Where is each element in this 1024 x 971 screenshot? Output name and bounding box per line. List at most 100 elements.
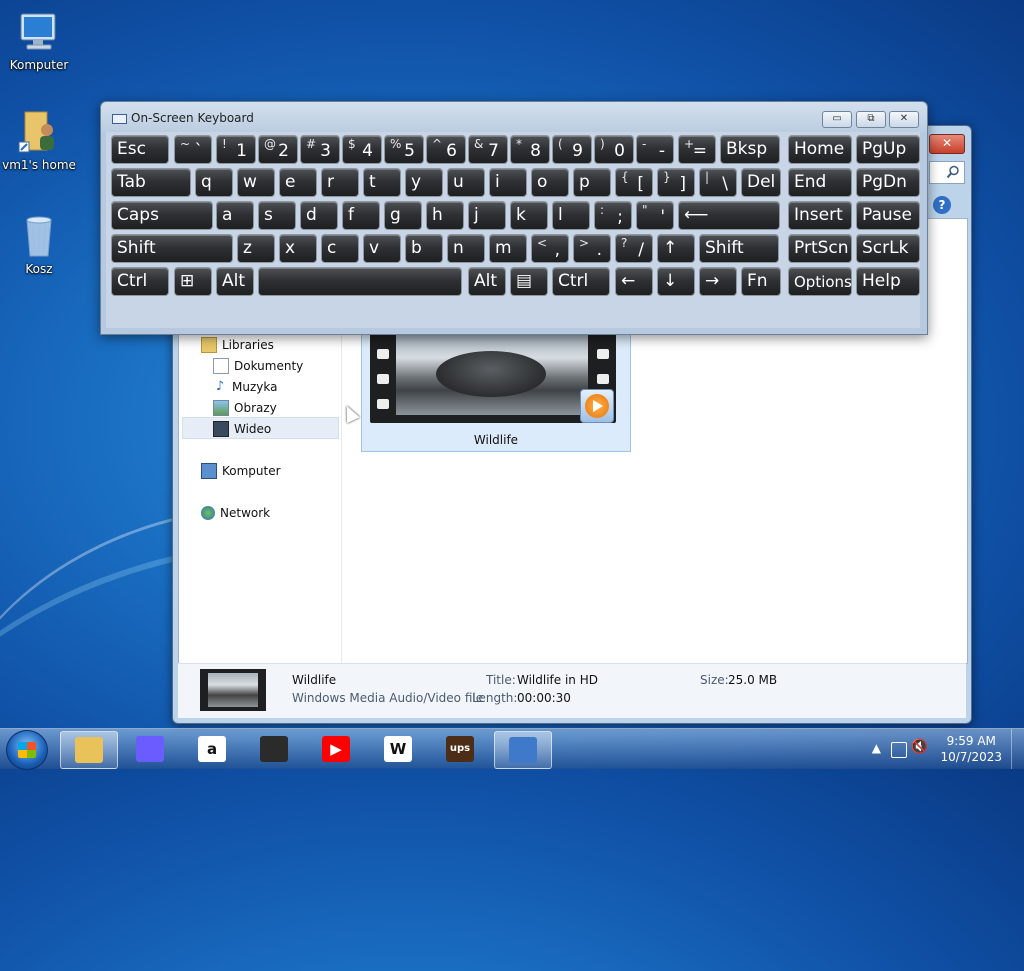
key-3[interactable]: #3 bbox=[300, 135, 340, 164]
key-scrlk[interactable]: ScrLk bbox=[856, 234, 920, 263]
key-8[interactable]: * 8 bbox=[510, 135, 550, 164]
key-f[interactable]: f bbox=[342, 201, 380, 230]
taskbar-app-youtube[interactable]: ▶ bbox=[308, 731, 364, 767]
key-prtscn[interactable]: PrtScn bbox=[788, 234, 852, 263]
key-h[interactable]: h bbox=[426, 201, 464, 230]
key-pgup[interactable]: PgUp bbox=[856, 135, 920, 164]
key-bksp[interactable]: Bksp bbox=[720, 135, 780, 164]
nav-item-wideo[interactable]: Wideo bbox=[213, 419, 271, 439]
taskbar-app-ups[interactable]: ups bbox=[432, 731, 488, 767]
taskbar-app-osk[interactable] bbox=[494, 731, 552, 769]
key-l[interactable]: l bbox=[552, 201, 590, 230]
key-q[interactable]: q bbox=[195, 168, 233, 197]
key-pause[interactable]: Pause bbox=[856, 201, 920, 230]
key-symbol[interactable]: ⟵ bbox=[678, 201, 780, 230]
key-b[interactable]: b bbox=[405, 234, 443, 263]
volume-muted-icon[interactable]: 🔇 bbox=[911, 739, 928, 755]
key-esc[interactable]: Esc bbox=[111, 135, 169, 164]
key-2[interactable]: @2 bbox=[258, 135, 298, 164]
key-1[interactable]: ! 1 bbox=[216, 135, 256, 164]
desktop-icon-computer[interactable]: Komputer bbox=[0, 8, 79, 72]
close-button[interactable]: ✕ bbox=[929, 134, 965, 154]
key-symbol[interactable]: ▤ bbox=[510, 267, 548, 296]
key-v[interactable]: v bbox=[363, 234, 401, 263]
key-symbol[interactable]: }] bbox=[657, 168, 695, 197]
key-z[interactable]: z bbox=[237, 234, 275, 263]
key-caps[interactable]: Caps bbox=[111, 201, 213, 230]
network-tray-icon[interactable] bbox=[891, 742, 907, 758]
key-symbol[interactable]: :; bbox=[594, 201, 632, 230]
nav-item-network[interactable]: Network bbox=[201, 503, 270, 523]
key-w[interactable]: w bbox=[237, 168, 275, 197]
desktop-icon-user-home[interactable]: vm1's home bbox=[0, 108, 79, 172]
nav-item-komputer[interactable]: Komputer bbox=[201, 461, 281, 481]
key-end[interactable]: End bbox=[788, 168, 852, 197]
key-k[interactable]: k bbox=[510, 201, 548, 230]
search-input[interactable] bbox=[929, 161, 965, 184]
key-alt[interactable]: Alt bbox=[468, 267, 506, 296]
key-x[interactable]: x bbox=[279, 234, 317, 263]
key-symbol[interactable]: ↓ bbox=[657, 267, 695, 296]
key-6[interactable]: ^ 6 bbox=[426, 135, 466, 164]
key-fn[interactable]: Fn bbox=[741, 267, 781, 296]
file-tile-wildlife[interactable]: Wildlife bbox=[361, 331, 631, 452]
key-t[interactable]: t bbox=[363, 168, 401, 197]
key-g[interactable]: g bbox=[384, 201, 422, 230]
help-button[interactable]: ? bbox=[933, 196, 951, 214]
key-insert[interactable]: Insert bbox=[788, 201, 852, 230]
key-c[interactable]: c bbox=[321, 234, 359, 263]
key-home[interactable]: Home bbox=[788, 135, 852, 164]
key-symbol[interactable]: -- bbox=[636, 135, 674, 164]
key-ctrl[interactable]: Ctrl bbox=[111, 267, 169, 296]
desktop-icon-recycle-bin[interactable]: Kosz bbox=[0, 212, 79, 276]
taskbar-app-store[interactable] bbox=[246, 731, 302, 767]
key-ctrl[interactable]: Ctrl bbox=[552, 267, 610, 296]
key-o[interactable]: o bbox=[531, 168, 569, 197]
key-symbol[interactable]: <, bbox=[531, 234, 569, 263]
key-symbol[interactable]: ~ ` bbox=[174, 135, 212, 164]
key-5[interactable]: % 5 bbox=[384, 135, 424, 164]
key-symbol[interactable]: ← bbox=[615, 267, 653, 296]
key-symbol[interactable]: | \ bbox=[699, 168, 737, 197]
nav-item-muzyka[interactable]: ♪ Muzyka bbox=[213, 377, 278, 397]
show-desktop-button[interactable] bbox=[1011, 729, 1024, 769]
taskbar-app-wikipedia[interactable]: W bbox=[370, 731, 426, 767]
taskbar-app-explorer[interactable] bbox=[60, 731, 118, 769]
key-symbol[interactable]: ? / bbox=[615, 234, 653, 263]
key-p[interactable]: p bbox=[573, 168, 611, 197]
key-a[interactable]: a bbox=[216, 201, 254, 230]
key-9[interactable]: (9 bbox=[552, 135, 592, 164]
key-del[interactable]: Del bbox=[741, 168, 781, 197]
key-symbol[interactable]: ⊞ bbox=[174, 267, 212, 296]
key-0[interactable]: ) 0 bbox=[594, 135, 634, 164]
taskbar-app-amazon[interactable]: a bbox=[184, 731, 240, 767]
key-7[interactable]: & 7 bbox=[468, 135, 508, 164]
restore-button[interactable]: ⧉ bbox=[856, 111, 886, 128]
key-alt[interactable]: Alt bbox=[216, 267, 254, 296]
clock[interactable]: 9:59 AM 10/7/2023 bbox=[940, 733, 1002, 765]
nav-item-obrazy[interactable]: Obrazy bbox=[213, 398, 277, 418]
show-hidden-icons-button[interactable]: ▲ bbox=[872, 741, 881, 755]
key-u[interactable]: u bbox=[447, 168, 485, 197]
taskbar-app-copilot[interactable] bbox=[122, 731, 178, 767]
key-symbol[interactable]: " ' bbox=[636, 201, 674, 230]
key-help[interactable]: Help bbox=[856, 267, 920, 296]
key-options[interactable]: Options bbox=[788, 267, 852, 296]
key-n[interactable]: n bbox=[447, 234, 485, 263]
key-symbol[interactable]: + = bbox=[678, 135, 716, 164]
key-shift[interactable]: Shift bbox=[111, 234, 233, 263]
key-symbol[interactable]: {[ bbox=[615, 168, 653, 197]
key-y[interactable]: y bbox=[405, 168, 443, 197]
key-pgdn[interactable]: PgDn bbox=[856, 168, 920, 197]
nav-item-libraries[interactable]: Libraries bbox=[201, 335, 274, 355]
key-symbol[interactable]: → bbox=[699, 267, 737, 296]
close-button[interactable]: ✕ bbox=[889, 111, 919, 128]
key-symbol[interactable]: ↑ bbox=[657, 234, 695, 263]
key-symbol[interactable]: >. bbox=[573, 234, 611, 263]
minimize-button[interactable]: ▭ bbox=[822, 111, 852, 128]
key-i[interactable]: i bbox=[489, 168, 527, 197]
key-m[interactable]: m bbox=[489, 234, 527, 263]
key-4[interactable]: $4 bbox=[342, 135, 382, 164]
key-tab[interactable]: Tab bbox=[111, 168, 191, 197]
key-space[interactable] bbox=[258, 267, 462, 296]
